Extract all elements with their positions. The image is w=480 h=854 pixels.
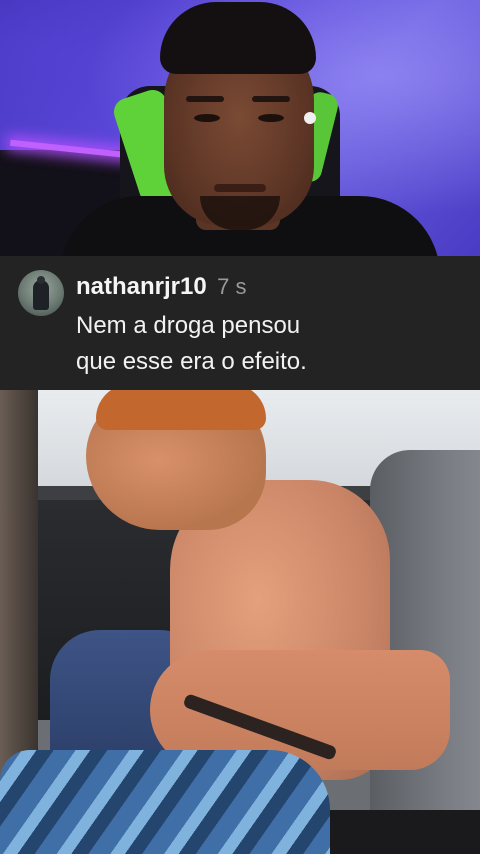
streamer-eye-left: [194, 114, 220, 122]
man-hair: [96, 390, 266, 430]
man-shorts: [0, 750, 330, 854]
comment-header: nathanrjr10 7 s: [76, 272, 247, 302]
streamer-brow-left: [186, 96, 224, 102]
avatar-figure-head: [37, 276, 45, 284]
earbud: [304, 112, 316, 124]
commenter-username[interactable]: nathanrjr10: [76, 273, 207, 300]
reply-video-screen: nathanrjr10 7 s Nem a droga pensou que e…: [0, 0, 480, 854]
comment-timestamp: 7 s: [217, 274, 247, 299]
avatar-figure: [33, 280, 49, 310]
streamer-hair: [160, 2, 316, 74]
reaction-video[interactable]: [0, 0, 480, 256]
comment-text: Nem a droga pensou que esse era o efeito…: [76, 308, 466, 380]
original-video[interactable]: [0, 390, 480, 854]
comment-text-line-1: Nem a droga pensou: [76, 312, 301, 339]
streamer-brow-right: [252, 96, 290, 102]
comment-text-line-2: que esse era o efeito.: [76, 348, 307, 375]
reply-comment-card[interactable]: nathanrjr10 7 s Nem a droga pensou que e…: [0, 256, 480, 390]
commenter-avatar[interactable]: [18, 270, 64, 316]
streamer-mouth: [214, 184, 266, 192]
streamer-eye-right: [258, 114, 284, 122]
